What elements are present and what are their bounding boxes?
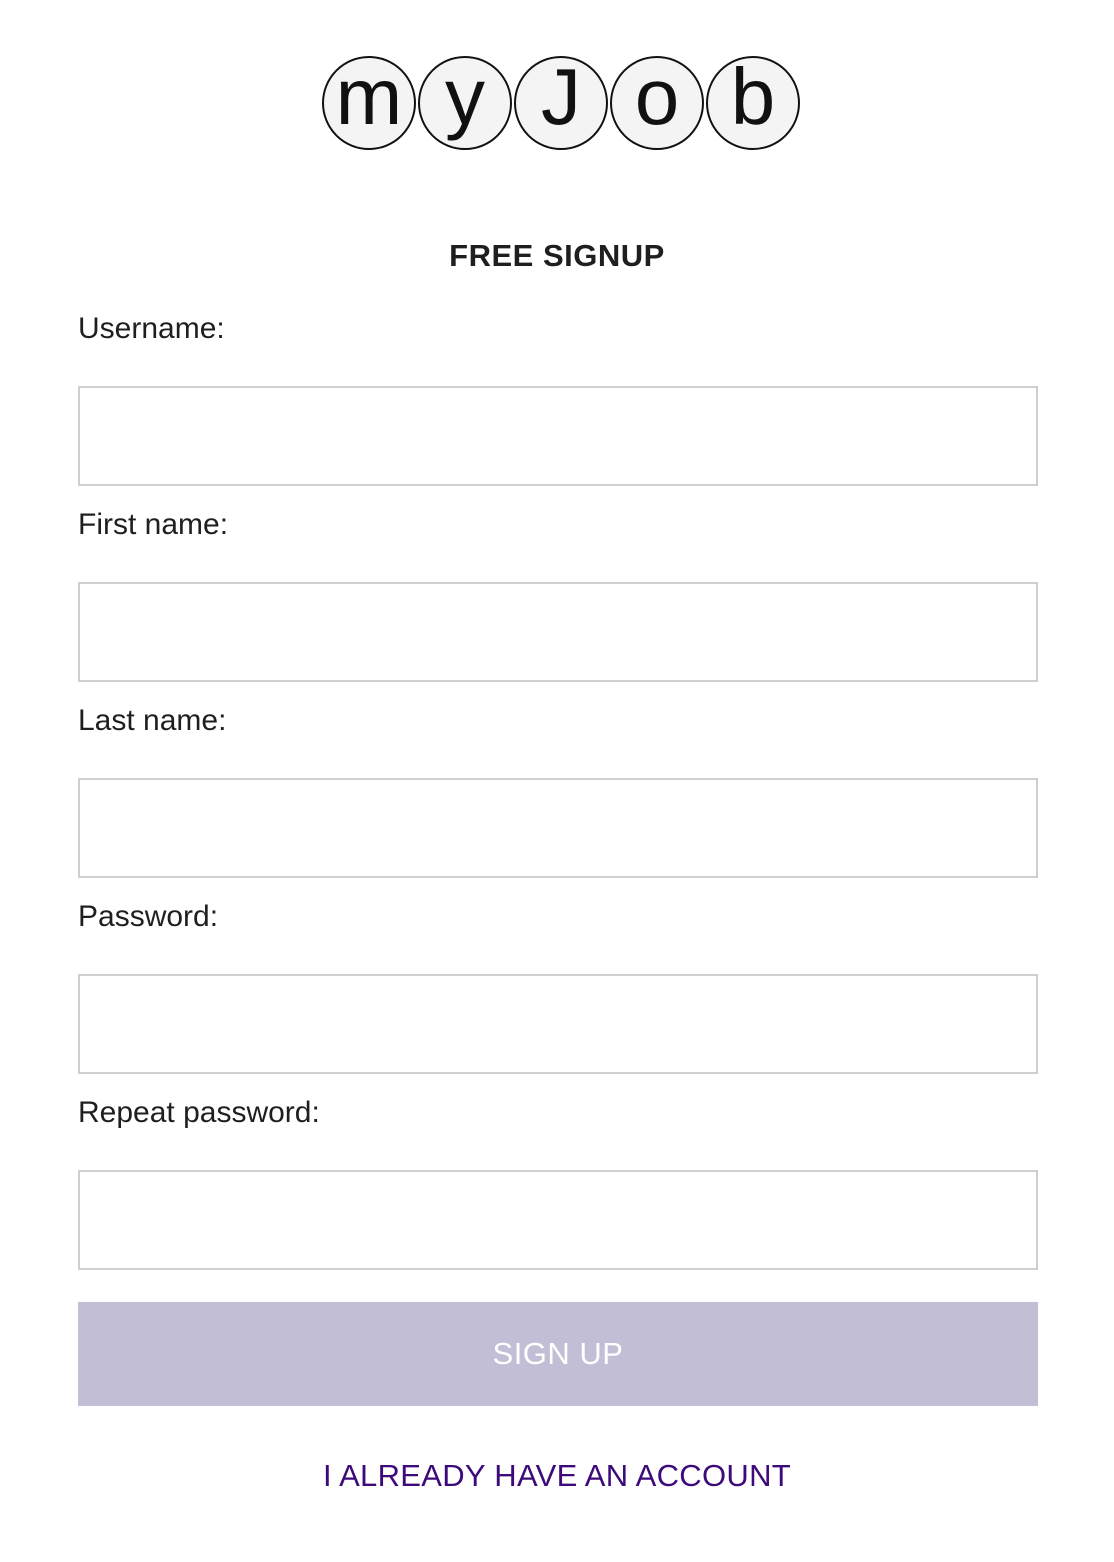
repeat-password-input[interactable] — [78, 1170, 1038, 1270]
repeat-password-label: Repeat password: — [78, 1096, 320, 1129]
last-name-input[interactable] — [78, 778, 1038, 878]
last-name-label: Last name: — [78, 704, 227, 737]
password-input[interactable] — [78, 974, 1038, 1074]
logo-letter-o: o — [610, 56, 704, 150]
logo-letter-j: J — [514, 56, 608, 150]
page-title: FREE SIGNUP — [449, 238, 665, 273]
logo-letter-y: y — [418, 56, 512, 150]
username-label: Username: — [78, 312, 225, 345]
username-input[interactable] — [78, 386, 1038, 486]
already-have-account-link[interactable]: I ALREADY HAVE AN ACCOUNT — [0, 1458, 1114, 1494]
logo-letter-m: m — [322, 56, 416, 150]
signup-button[interactable]: SIGN UP — [78, 1302, 1038, 1406]
first-name-label: First name: — [78, 508, 229, 541]
logo-letter-b: b — [706, 56, 800, 150]
password-label: Password: — [78, 900, 219, 933]
logo: m y J o b — [322, 56, 802, 150]
first-name-input[interactable] — [78, 582, 1038, 682]
